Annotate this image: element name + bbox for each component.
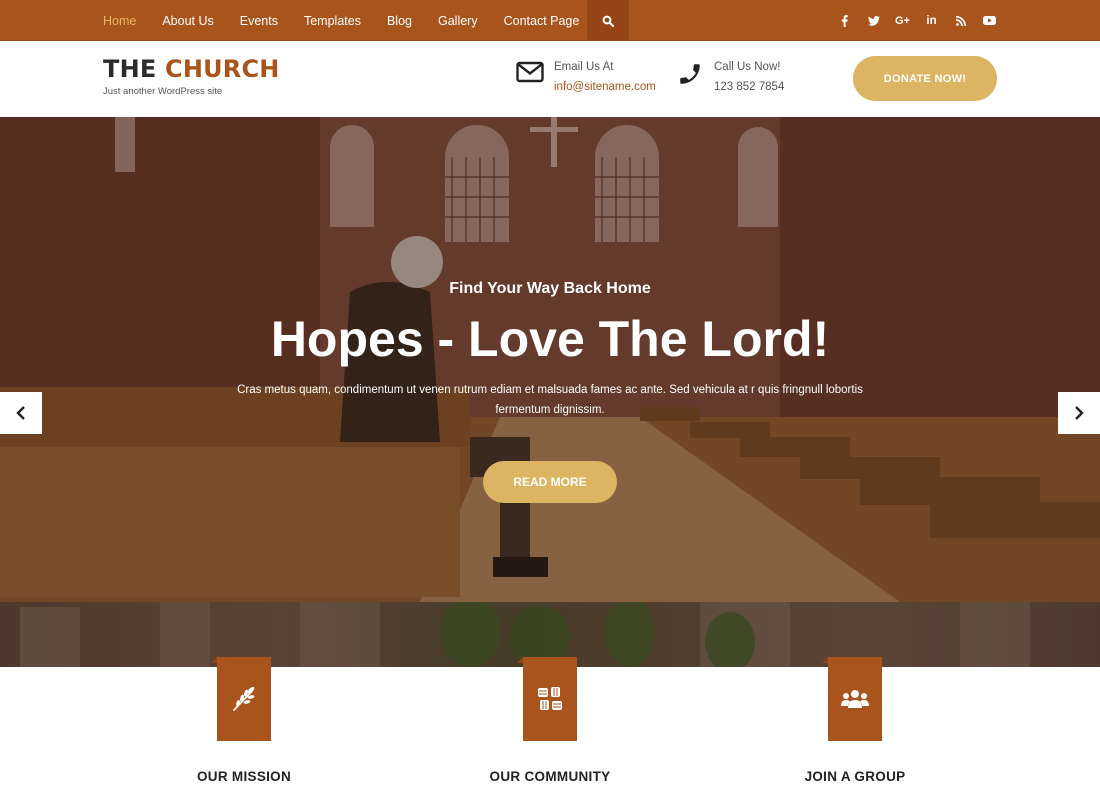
chevron-left-icon (16, 406, 25, 420)
slider-next-button[interactable] (1058, 392, 1100, 434)
logo-the: THE (103, 55, 157, 83)
email-link[interactable]: info@sitename.com (554, 77, 656, 97)
phone-label: Call Us Now! (714, 61, 781, 73)
nav-item-contact-page[interactable]: Contact Page (504, 14, 580, 28)
chevron-right-icon (1075, 406, 1084, 420)
users-group-icon (841, 690, 869, 708)
email-contact: Email Us At info@sitename.com (514, 57, 656, 97)
site-header: THE CHURCH Just another WordPress site E… (0, 41, 1100, 117)
read-more-button[interactable]: READ MORE (483, 461, 617, 503)
hero-description: Cras metus quam, condimentum ut venen ru… (237, 384, 863, 416)
hands-together-icon (538, 687, 562, 710)
phone-icon (674, 57, 706, 89)
nav-item-events[interactable]: Events (240, 14, 278, 28)
search-button[interactable] (587, 0, 629, 41)
nav-item-about-us[interactable]: About Us (162, 14, 213, 28)
nav-item-home[interactable]: Home (103, 14, 136, 28)
email-label: Email Us At (554, 61, 614, 73)
feature-our-mission[interactable]: OUR MISSION (144, 657, 344, 784)
rss-icon[interactable] (946, 11, 975, 31)
twitter-icon[interactable] (859, 11, 888, 31)
donate-button[interactable]: DONATE NOW! (853, 56, 997, 101)
top-navigation-bar: Home About Us Events Templates Blog Gall… (0, 0, 1100, 41)
social-links: G+ in (830, 0, 1004, 41)
phone-contact: Call Us Now! 123 852 7854 (674, 57, 784, 97)
feature-icon-box (211, 657, 271, 741)
search-icon (602, 15, 614, 27)
logo-church: CHURCH (165, 55, 280, 83)
feature-title: OUR COMMUNITY (489, 769, 611, 784)
envelope-icon (514, 57, 546, 89)
phone-number[interactable]: 123 852 7854 (714, 77, 784, 97)
slider-prev-button[interactable] (0, 392, 42, 434)
nav-item-blog[interactable]: Blog (387, 14, 412, 28)
feature-join-a-group[interactable]: JOIN A GROUP (755, 657, 955, 784)
nav-item-templates[interactable]: Templates (304, 14, 361, 28)
feature-our-community[interactable]: OUR COMMUNITY (450, 657, 650, 784)
google-plus-icon[interactable]: G+ (888, 11, 917, 31)
site-logo[interactable]: THE CHURCH Just another WordPress site (103, 55, 280, 97)
linkedin-icon[interactable]: in (917, 11, 946, 31)
nav-item-gallery[interactable]: Gallery (438, 14, 478, 28)
main-menu: Home About Us Events Templates Blog Gall… (103, 0, 605, 41)
feature-title: OUR MISSION (196, 769, 292, 784)
feature-icon-box (517, 657, 577, 741)
site-tagline: Just another WordPress site (103, 86, 223, 97)
olive-branch-icon (233, 687, 255, 711)
facebook-icon[interactable] (830, 11, 859, 31)
hero-subtitle: Find Your Way Back Home (449, 280, 651, 297)
youtube-icon[interactable] (975, 11, 1004, 31)
hero-title: Hopes - Love The Lord! (270, 311, 830, 367)
feature-icon-box (822, 657, 882, 741)
hero-slider: Find Your Way Back Home Hopes - Love The… (0, 117, 1100, 602)
feature-title: JOIN A GROUP (804, 769, 906, 784)
